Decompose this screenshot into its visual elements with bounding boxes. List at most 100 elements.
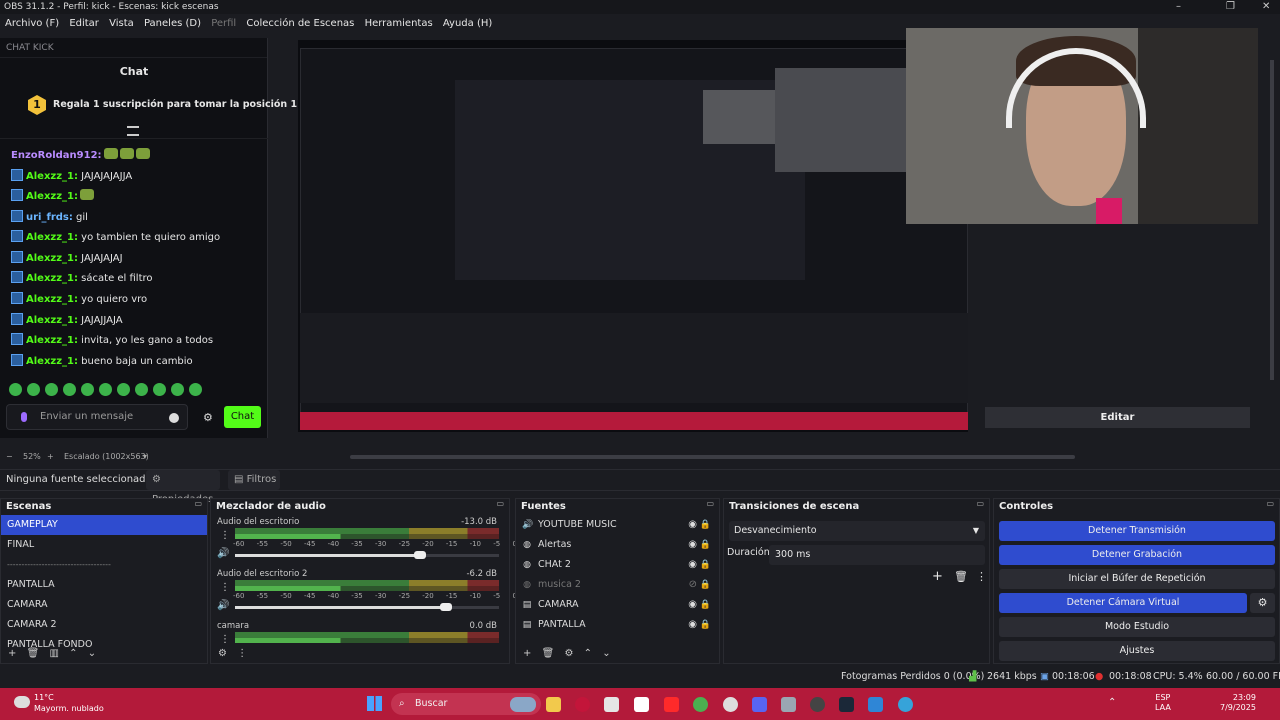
emote-icon[interactable] bbox=[117, 383, 130, 396]
menu-view[interactable]: Vista bbox=[109, 18, 136, 29]
add-scene-button[interactable]: + bbox=[8, 648, 16, 659]
vertical-scrollbar[interactable] bbox=[1270, 60, 1274, 380]
weather-icon[interactable] bbox=[14, 696, 30, 708]
store-icon[interactable] bbox=[604, 697, 619, 712]
chat-username[interactable]: Alexzz_1: bbox=[26, 315, 78, 326]
eye-off-icon[interactable]: ⊘ bbox=[689, 575, 697, 595]
edit-button[interactable]: Editar bbox=[985, 407, 1250, 428]
widget-icon[interactable] bbox=[510, 697, 536, 712]
emote-icon[interactable] bbox=[189, 383, 202, 396]
remove-transition-button[interactable]: 🗑 bbox=[954, 570, 968, 583]
chrome-icon[interactable] bbox=[693, 697, 708, 712]
source-properties-icon[interactable]: ⚙ bbox=[564, 648, 573, 659]
menu-edit[interactable]: Editar bbox=[69, 18, 101, 29]
source-item[interactable]: 🔊 YOUTUBE MUSIC ◉ 🔒 bbox=[516, 515, 719, 535]
emote-icon[interactable] bbox=[81, 383, 94, 396]
scene-item[interactable]: ------------------------------------ bbox=[1, 555, 207, 575]
studio-mode-button[interactable]: Modo Estudio bbox=[999, 617, 1275, 637]
lock-icon[interactable]: 🔒 bbox=[700, 615, 711, 635]
notepad-icon[interactable] bbox=[868, 697, 883, 712]
menu-tools[interactable]: Herramientas bbox=[365, 18, 435, 29]
menu-docks[interactable]: Paneles (D) bbox=[144, 18, 203, 29]
lock-icon[interactable]: 🔒 bbox=[700, 595, 711, 615]
emote-icon[interactable] bbox=[171, 383, 184, 396]
eye-icon[interactable]: ◉ bbox=[688, 595, 697, 615]
steam-icon[interactable] bbox=[839, 697, 854, 712]
stop-stream-button[interactable]: Detener Transmisión bbox=[999, 521, 1275, 541]
move-down-button[interactable]: ⌄ bbox=[602, 648, 610, 659]
source-item[interactable]: ▤ CAMARA ◉ 🔒 bbox=[516, 595, 719, 615]
remove-scene-button[interactable]: 🗑 bbox=[27, 648, 40, 659]
zoom-out-button[interactable]: − bbox=[6, 450, 13, 464]
stop-virtual-camera-button[interactable]: Detener Cámara Virtual bbox=[999, 593, 1247, 613]
eye-icon[interactable]: ◉ bbox=[688, 615, 697, 635]
emoji-icon[interactable] bbox=[169, 413, 179, 423]
gear-icon[interactable]: ⚙ bbox=[203, 411, 213, 424]
app2-icon[interactable] bbox=[781, 697, 796, 712]
scene-item[interactable]: CAMARA bbox=[1, 595, 207, 615]
eye-icon[interactable]: ◉ bbox=[688, 515, 697, 535]
zoom-in-button[interactable]: + bbox=[47, 450, 54, 464]
menu-profile[interactable]: Perfil bbox=[211, 18, 238, 29]
move-up-button[interactable]: ⌃ bbox=[69, 648, 77, 659]
add-transition-button[interactable]: + bbox=[932, 569, 943, 584]
properties-button[interactable]: ⚙ Propiedades bbox=[146, 470, 220, 505]
folder-icon[interactable] bbox=[546, 697, 561, 712]
emote-icon[interactable] bbox=[9, 383, 22, 396]
source-item[interactable]: ▤ PANTALLA ◉ 🔒 bbox=[516, 615, 719, 635]
language-indicator[interactable]: ESP LAA bbox=[1155, 693, 1171, 713]
lock-icon[interactable]: 🔒 bbox=[700, 515, 711, 535]
dock-menu-icon[interactable]: ▭ bbox=[706, 499, 714, 508]
scene-item[interactable]: CAMARA 2 bbox=[1, 615, 207, 635]
dock-menu-icon[interactable]: ▭ bbox=[194, 499, 202, 508]
move-down-button[interactable]: ⌄ bbox=[88, 648, 96, 659]
lock-icon[interactable]: 🔒 bbox=[700, 535, 711, 555]
gear-icon[interactable]: ⚙ bbox=[1250, 593, 1275, 613]
chat-username[interactable]: Alexzz_1: bbox=[26, 356, 78, 367]
add-source-button[interactable]: + bbox=[523, 648, 531, 659]
emote-icon[interactable] bbox=[153, 383, 166, 396]
filters-button[interactable]: ▤ Filtros bbox=[228, 470, 280, 490]
chat-username[interactable]: Alexzz_1: bbox=[26, 232, 78, 243]
source-item[interactable]: ◍ CHAt 2 ◉ 🔒 bbox=[516, 555, 719, 575]
transition-select[interactable]: Desvanecimiento ▼ bbox=[729, 521, 985, 541]
menu-help[interactable]: Ayuda (H) bbox=[443, 18, 494, 29]
chat-username[interactable]: Alexzz_1: bbox=[26, 335, 78, 346]
track-menu-icon[interactable]: ⋮ bbox=[220, 582, 230, 593]
horizontal-scrollbar[interactable] bbox=[350, 455, 1075, 459]
close-button[interactable]: ✕ bbox=[1262, 0, 1270, 14]
sub-goal-banner[interactable]: 1 Regala 1 suscripción para tomar la pos… bbox=[28, 95, 297, 117]
emote-icon[interactable] bbox=[45, 383, 58, 396]
volume-icon[interactable]: 🔊 bbox=[217, 548, 229, 559]
lock-icon[interactable]: 🔒 bbox=[700, 555, 711, 575]
slider-knob[interactable] bbox=[413, 551, 426, 559]
scene-item[interactable]: FINAL bbox=[1, 535, 207, 555]
scene-item[interactable]: PANTALLA bbox=[1, 575, 207, 595]
menu-scene-collection[interactable]: Colección de Escenas bbox=[246, 18, 356, 29]
scale-mode[interactable]: Escalado (1002x563) bbox=[64, 450, 149, 464]
pinned-icon[interactable] bbox=[127, 126, 139, 136]
chat-username[interactable]: uri_frds: bbox=[26, 212, 73, 223]
obs-icon[interactable] bbox=[810, 697, 825, 712]
app-icon[interactable] bbox=[575, 697, 590, 712]
clock[interactable]: 23:09 7/9/2025 bbox=[1220, 693, 1256, 713]
emote-icon[interactable] bbox=[63, 383, 76, 396]
emote-icon[interactable] bbox=[135, 383, 148, 396]
chat-username[interactable]: Alexzz_1: bbox=[26, 294, 78, 305]
chat-username[interactable]: Alexzz_1: bbox=[26, 273, 78, 284]
settings-app-icon[interactable] bbox=[723, 697, 738, 712]
microphone-icon[interactable] bbox=[21, 412, 27, 422]
menu-file[interactable]: Archivo (F) bbox=[5, 18, 61, 29]
document-icon[interactable] bbox=[634, 697, 649, 712]
emote-icon[interactable] bbox=[99, 383, 112, 396]
lock-icon[interactable]: 🔒 bbox=[700, 575, 711, 595]
dock-menu-icon[interactable]: ▭ bbox=[976, 499, 984, 508]
volume-slider[interactable] bbox=[235, 603, 499, 611]
eye-icon[interactable]: ◉ bbox=[688, 535, 697, 555]
stop-recording-button[interactable]: Detener Grabación bbox=[999, 545, 1275, 565]
emote-bar[interactable] bbox=[9, 383, 259, 397]
minimize-button[interactable]: – bbox=[1176, 0, 1181, 14]
move-up-button[interactable]: ⌃ bbox=[584, 648, 592, 659]
chat-username[interactable]: Alexzz_1: bbox=[26, 171, 78, 182]
remove-source-button[interactable]: 🗑 bbox=[542, 648, 555, 659]
